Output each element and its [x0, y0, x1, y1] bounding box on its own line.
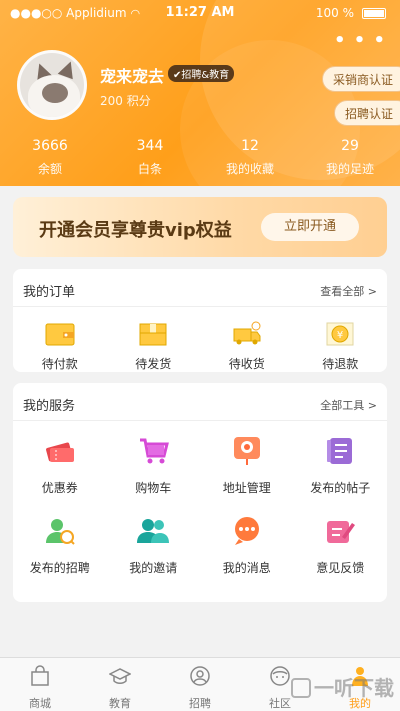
- battery-icon: [362, 8, 386, 19]
- order-item-pending-refund[interactable]: ¥ 待退款: [294, 321, 388, 372]
- invite-icon: [137, 519, 170, 543]
- order-item-label: 待收货: [228, 357, 265, 371]
- stat-label: 我的足迹: [325, 162, 374, 176]
- stat-value: 344: [136, 138, 164, 154]
- role-badge: ✔招聘&教育: [168, 65, 235, 82]
- service-item-coupons[interactable]: 优惠券: [13, 435, 107, 515]
- truck-icon: [233, 321, 261, 345]
- stat-value: 12: [241, 138, 259, 154]
- recruit-icon: [45, 519, 75, 545]
- username: 宠来宠去: [100, 67, 165, 86]
- service-item-label: 地址管理: [222, 481, 271, 495]
- service-item-feedback[interactable]: 意见反馈: [294, 515, 388, 595]
- vip-open-button[interactable]: 立即开通: [261, 213, 359, 241]
- service-item-my-jobs[interactable]: 发布的招聘: [13, 515, 107, 595]
- stat-value: 3666: [32, 138, 68, 154]
- service-item-label: 我的邀请: [129, 561, 178, 575]
- tab-education[interactable]: 教育: [80, 658, 160, 711]
- supplier-cert-button[interactable]: 采销商认证: [321, 66, 400, 92]
- service-item-posts[interactable]: 发布的帖子: [294, 435, 388, 515]
- package-icon: [139, 323, 167, 346]
- stat-label: 我的收藏: [225, 162, 274, 176]
- service-item-cart[interactable]: 购物车: [107, 435, 201, 515]
- order-item-pending-shipment[interactable]: 待发货: [107, 321, 201, 372]
- service-item-invites[interactable]: 我的邀请: [107, 515, 201, 595]
- services-title: 我的服务: [23, 399, 76, 414]
- avatar[interactable]: [17, 50, 87, 120]
- order-item-label: 待付款: [41, 357, 78, 371]
- feedback-icon: [327, 521, 356, 543]
- service-item-label: 购物车: [135, 481, 172, 495]
- wallet-icon: [45, 323, 75, 346]
- services-card: 我的服务 全部工具 > 优惠券 购物车 地址管理 发布的帖子 发布的招聘 我的邀…: [13, 383, 387, 602]
- vip-banner[interactable]: 开通会员享尊贵vip权益 立即开通: [13, 197, 387, 257]
- shop-icon: [31, 665, 49, 686]
- tab-recruit[interactable]: 招聘: [160, 658, 240, 711]
- refund-icon: ¥: [326, 322, 354, 346]
- order-item-pending-payment[interactable]: 待付款: [13, 321, 107, 372]
- cart-icon: [140, 438, 170, 464]
- order-item-label: 待退款: [322, 357, 359, 371]
- watermark: 一听下载: [291, 672, 394, 701]
- profile-header: ●●●○○ Applidium ◠ 11:27 AM 100 % • • • 宠来…: [0, 0, 400, 186]
- status-bar: ●●●○○ Applidium ◠ 11:27 AM 100 %: [0, 0, 400, 26]
- service-item-label: 优惠券: [41, 481, 78, 495]
- service-item-label: 我的消息: [222, 561, 271, 575]
- services-header: 我的服务 全部工具 >: [13, 383, 387, 421]
- orders-title: 我的订单: [23, 285, 76, 300]
- points-label[interactable]: 200 积分: [100, 92, 151, 109]
- service-item-address[interactable]: 地址管理: [200, 435, 294, 515]
- education-icon: [108, 668, 132, 684]
- order-item-pending-receipt[interactable]: 待收货: [200, 321, 294, 372]
- service-item-messages[interactable]: 我的消息: [200, 515, 294, 595]
- stat-label: 余额: [37, 162, 62, 176]
- stats-bar: 3666 余额 344 白条 12 我的收藏 29 我的足迹: [0, 138, 400, 180]
- services-all-tools-link[interactable]: 全部工具 >: [320, 397, 377, 413]
- stat-balance[interactable]: 3666 余额: [0, 138, 100, 180]
- stat-credit[interactable]: 344 白条: [100, 138, 200, 180]
- community-icon: [270, 666, 290, 686]
- stat-favorites[interactable]: 12 我的收藏: [200, 138, 300, 180]
- service-item-label: 发布的帖子: [310, 481, 371, 495]
- posts-icon: [327, 438, 353, 464]
- service-item-label: 意见反馈: [316, 561, 365, 575]
- service-item-label: 发布的招聘: [29, 561, 90, 575]
- stat-footprints[interactable]: 29 我的足迹: [300, 138, 400, 180]
- tab-label: 商城: [29, 697, 51, 710]
- svg-text:¥: ¥: [337, 330, 343, 341]
- tab-label: 教育: [109, 697, 131, 710]
- message-icon: [234, 517, 259, 545]
- stat-label: 白条: [137, 162, 162, 176]
- orders-card: 我的订单 查看全部 > 待付款 待发货 待收货 ¥ 待退款: [13, 269, 387, 372]
- order-item-label: 待发货: [135, 357, 172, 371]
- watermark-logo-icon: [291, 678, 311, 698]
- more-dots-icon[interactable]: • • •: [334, 30, 386, 51]
- orders-view-all-link[interactable]: 查看全部 >: [320, 283, 377, 299]
- location-icon: [233, 437, 260, 465]
- battery-percent: 100 %: [315, 6, 354, 20]
- vip-text: 开通会员享尊贵vip权益: [39, 220, 232, 241]
- tab-label: 招聘: [189, 697, 211, 710]
- recruit-cert-button[interactable]: 招聘认证: [333, 100, 400, 126]
- orders-header: 我的订单 查看全部 >: [13, 269, 387, 307]
- stat-value: 29: [341, 138, 359, 154]
- coupon-icon: [45, 442, 74, 462]
- recruit-tab-icon: [190, 666, 210, 686]
- tab-shop[interactable]: 商城: [0, 658, 80, 711]
